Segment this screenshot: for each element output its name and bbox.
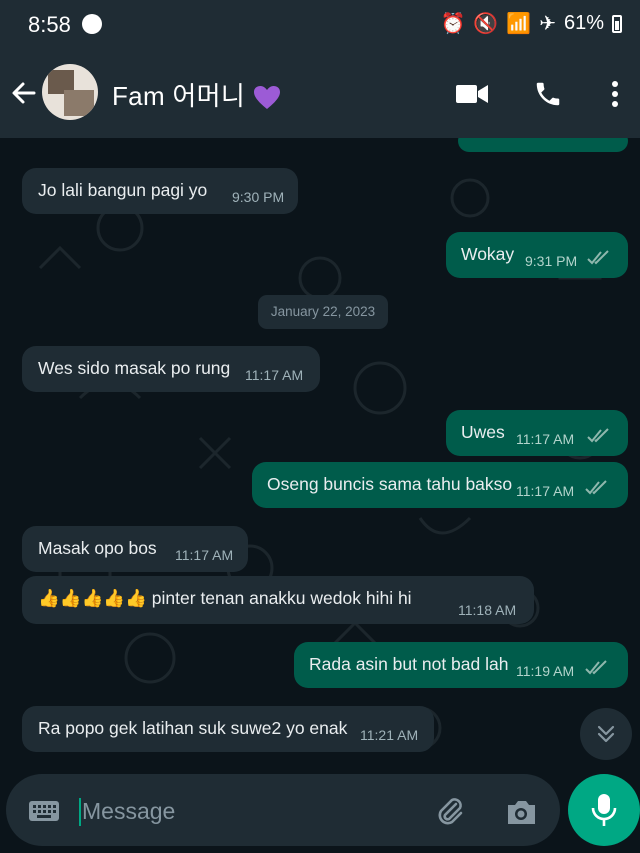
voice-record-button[interactable]: [568, 774, 640, 846]
date-divider: January 22, 2023: [258, 295, 388, 329]
alarm-icon: ⏰: [440, 13, 466, 35]
message-text: 👍👍👍👍👍 pinter tenan anakku wedok hihi hi: [38, 588, 412, 608]
more-vert-icon: [612, 81, 618, 107]
battery-icon: [612, 14, 622, 33]
message-time: 11:19 AM: [516, 663, 575, 679]
voice-call-button[interactable]: [530, 76, 566, 112]
message-text: Masak opo bos: [38, 538, 157, 558]
battery-percent: 61%: [563, 12, 604, 34]
video-camera-icon: [456, 85, 488, 103]
message-text: Wes sido masak po rung: [38, 358, 231, 378]
purple-heart-icon: [253, 86, 280, 110]
message-time: 11:18 AM: [458, 602, 517, 618]
message-text: Ra popo gek latihan suk suwe2 yo enak: [38, 718, 348, 738]
double-check-icon: [585, 660, 607, 675]
contact-avatar[interactable]: [42, 64, 98, 120]
message-time: 11:17 AM: [516, 431, 575, 447]
scroll-to-bottom-button[interactable]: [580, 708, 632, 760]
airplane-icon: ✈: [539, 13, 556, 35]
message-bubble-incoming[interactable]: Ra popo gek latihan suk suwe2 yo enak 11…: [22, 706, 434, 752]
chat-header: Fam 어머니: [0, 50, 640, 138]
wifi-icon: 📶: [506, 13, 532, 35]
back-arrow-icon[interactable]: [8, 77, 40, 109]
status-time: 8:58: [28, 12, 71, 37]
attach-icon[interactable]: [434, 796, 466, 828]
status-icons: ⏰ 🔇 📶 ✈ 61%: [440, 11, 622, 36]
message-time: 9:31 PM: [525, 253, 578, 269]
message-text: Rada asin but not bad lah: [309, 654, 509, 674]
message-bubble-outgoing[interactable]: Wokay 9:31 PM: [446, 232, 628, 278]
message-bubble-incoming[interactable]: Wes sido masak po rung 11:17 AM: [22, 346, 320, 392]
message-text: Jo lali bangun pagi yo: [38, 180, 208, 200]
message-input[interactable]: Message: [6, 774, 560, 846]
mute-icon: 🔇: [473, 13, 499, 35]
camera-icon[interactable]: [504, 796, 538, 828]
message-bubble-outgoing[interactable]: Uwes 11:17 AM: [446, 410, 628, 456]
double-check-icon: [587, 250, 609, 265]
message-bubble-partial[interactable]: [458, 138, 628, 152]
text-caret: [79, 798, 81, 826]
message-text: Wokay: [461, 244, 515, 264]
message-placeholder: Message: [82, 798, 176, 824]
message-time: 11:21 AM: [360, 727, 419, 743]
double-check-icon: [587, 428, 609, 443]
message-time: 11:17 AM: [516, 483, 575, 499]
message-time: 11:17 AM: [175, 547, 234, 563]
message-text: Oseng buncis sama tahu bakso: [267, 474, 513, 494]
keyboard-icon[interactable]: [28, 800, 60, 822]
composer-bar: Message: [0, 768, 640, 853]
double-chevron-down-icon: [597, 725, 615, 743]
message-text: Uwes: [461, 422, 505, 442]
message-time: 11:17 AM: [245, 367, 304, 383]
video-call-button[interactable]: [454, 76, 490, 112]
more-options-button[interactable]: [598, 76, 632, 112]
message-bubble-outgoing[interactable]: Oseng buncis sama tahu bakso 11:17 AM: [252, 462, 628, 508]
message-time: 9:30 PM: [232, 189, 285, 205]
contact-name[interactable]: Fam 어머니: [112, 76, 281, 113]
message-bubble-incoming[interactable]: Masak opo bos 11:17 AM: [22, 526, 248, 572]
phone-icon: [536, 82, 560, 106]
message-bubble-outgoing[interactable]: Rada asin but not bad lah 11:19 AM: [294, 642, 628, 688]
microphone-icon: [591, 794, 617, 826]
double-check-icon: [585, 480, 607, 495]
message-bubble-incoming[interactable]: 👍👍👍👍👍 pinter tenan anakku wedok hihi hi …: [22, 576, 534, 624]
chat-area[interactable]: Jo lali bangun pagi yo 9:30 PM Wokay 9:3…: [0, 138, 640, 768]
message-bubble-incoming[interactable]: Jo lali bangun pagi yo 9:30 PM: [22, 168, 298, 214]
status-bar: 8:58 ⏰ 🔇 📶 ✈ 61%: [0, 0, 640, 50]
pinterest-icon: [82, 14, 102, 34]
